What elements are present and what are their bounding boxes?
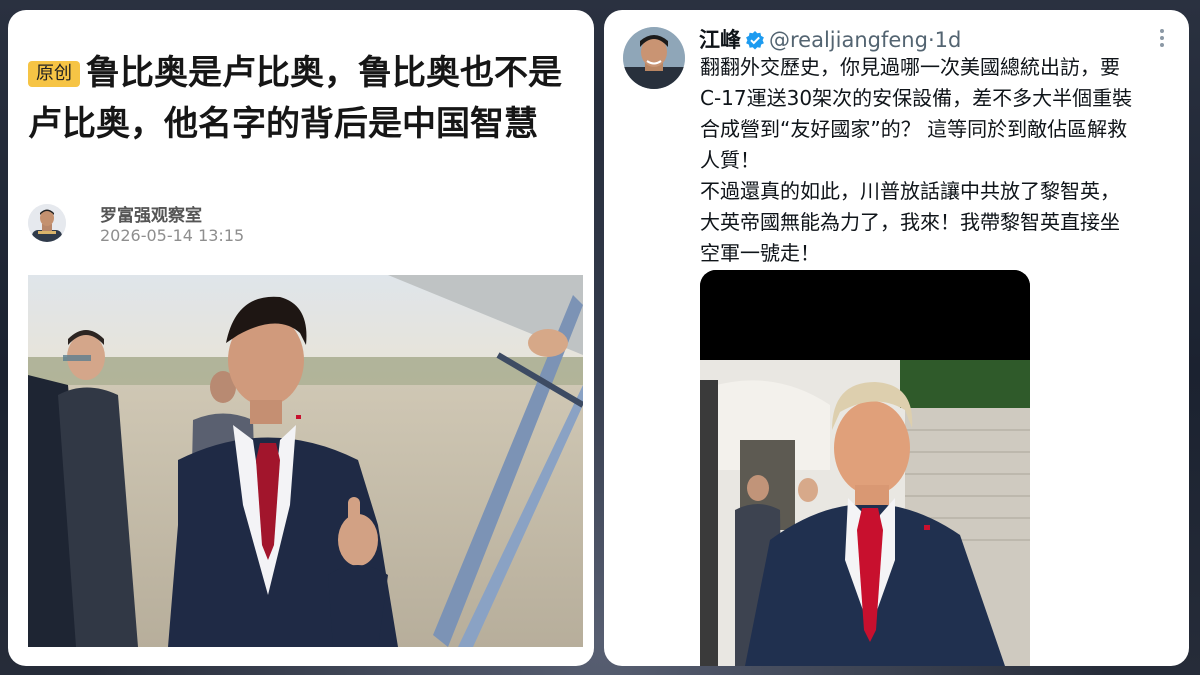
- tweet-handle[interactable]: @realjiangfeng: [769, 28, 928, 52]
- original-badge: 原创: [28, 61, 80, 87]
- verified-badge-icon: [745, 30, 765, 50]
- tweet-separator: ·: [927, 28, 935, 52]
- tweet-header: 江峰 @realjiangfeng·1d: [699, 24, 961, 52]
- article-photo[interactable]: [28, 275, 583, 647]
- author-avatar[interactable]: [28, 204, 66, 242]
- tweet-avatar[interactable]: [623, 27, 685, 89]
- tweet-card[interactable]: 江峰 @realjiangfeng·1d 翻翻外交歷史，你見過哪一次美國總統出訪…: [604, 10, 1189, 666]
- tweet-line: C-17運送30架次的安保設備，差不多大半個重裝: [700, 86, 1133, 110]
- tweet-time[interactable]: 1d: [935, 28, 962, 52]
- author-name[interactable]: 罗富强观察室: [100, 201, 202, 226]
- article-card[interactable]: 原创 鲁比奥是卢比奥，鲁比奥也不是卢比奥，他名字的背后是中国智慧 罗富强观察室 2…: [8, 10, 594, 666]
- tweet-line: 翻翻外交歷史，你見過哪一次美國總統出訪，要: [700, 55, 1120, 79]
- tweet-line: 合成營到“友好國家”的？ 這等同於到敵佔區解救: [700, 117, 1128, 141]
- tweet-line: 不過還真的如此，川普放話讓中共放了黎智英，: [700, 179, 1120, 203]
- article-title-text[interactable]: 鲁比奥是卢比奥，鲁比奥也不是卢比奥，他名字的背后是中国智慧: [28, 53, 562, 144]
- publish-date: 2026-05-14 13:15: [100, 226, 245, 245]
- tweet-display-name[interactable]: 江峰: [699, 28, 741, 52]
- tweet-line: 空軍一號走！: [700, 241, 820, 265]
- tweet-text: 翻翻外交歷史，你見過哪一次美國總統出訪，要 C-17運送30架次的安保設備，差不…: [700, 52, 1180, 269]
- more-options-icon[interactable]: [1152, 26, 1172, 50]
- tweet-line: 大英帝國無能為力了，我來！我帶黎智英直接坐: [700, 210, 1120, 234]
- article-title[interactable]: 原创 鲁比奥是卢比奥，鲁比奥也不是卢比奥，他名字的背后是中国智慧: [28, 48, 583, 150]
- tweet-media[interactable]: [700, 270, 1030, 666]
- tweet-line: 人質！: [700, 148, 760, 172]
